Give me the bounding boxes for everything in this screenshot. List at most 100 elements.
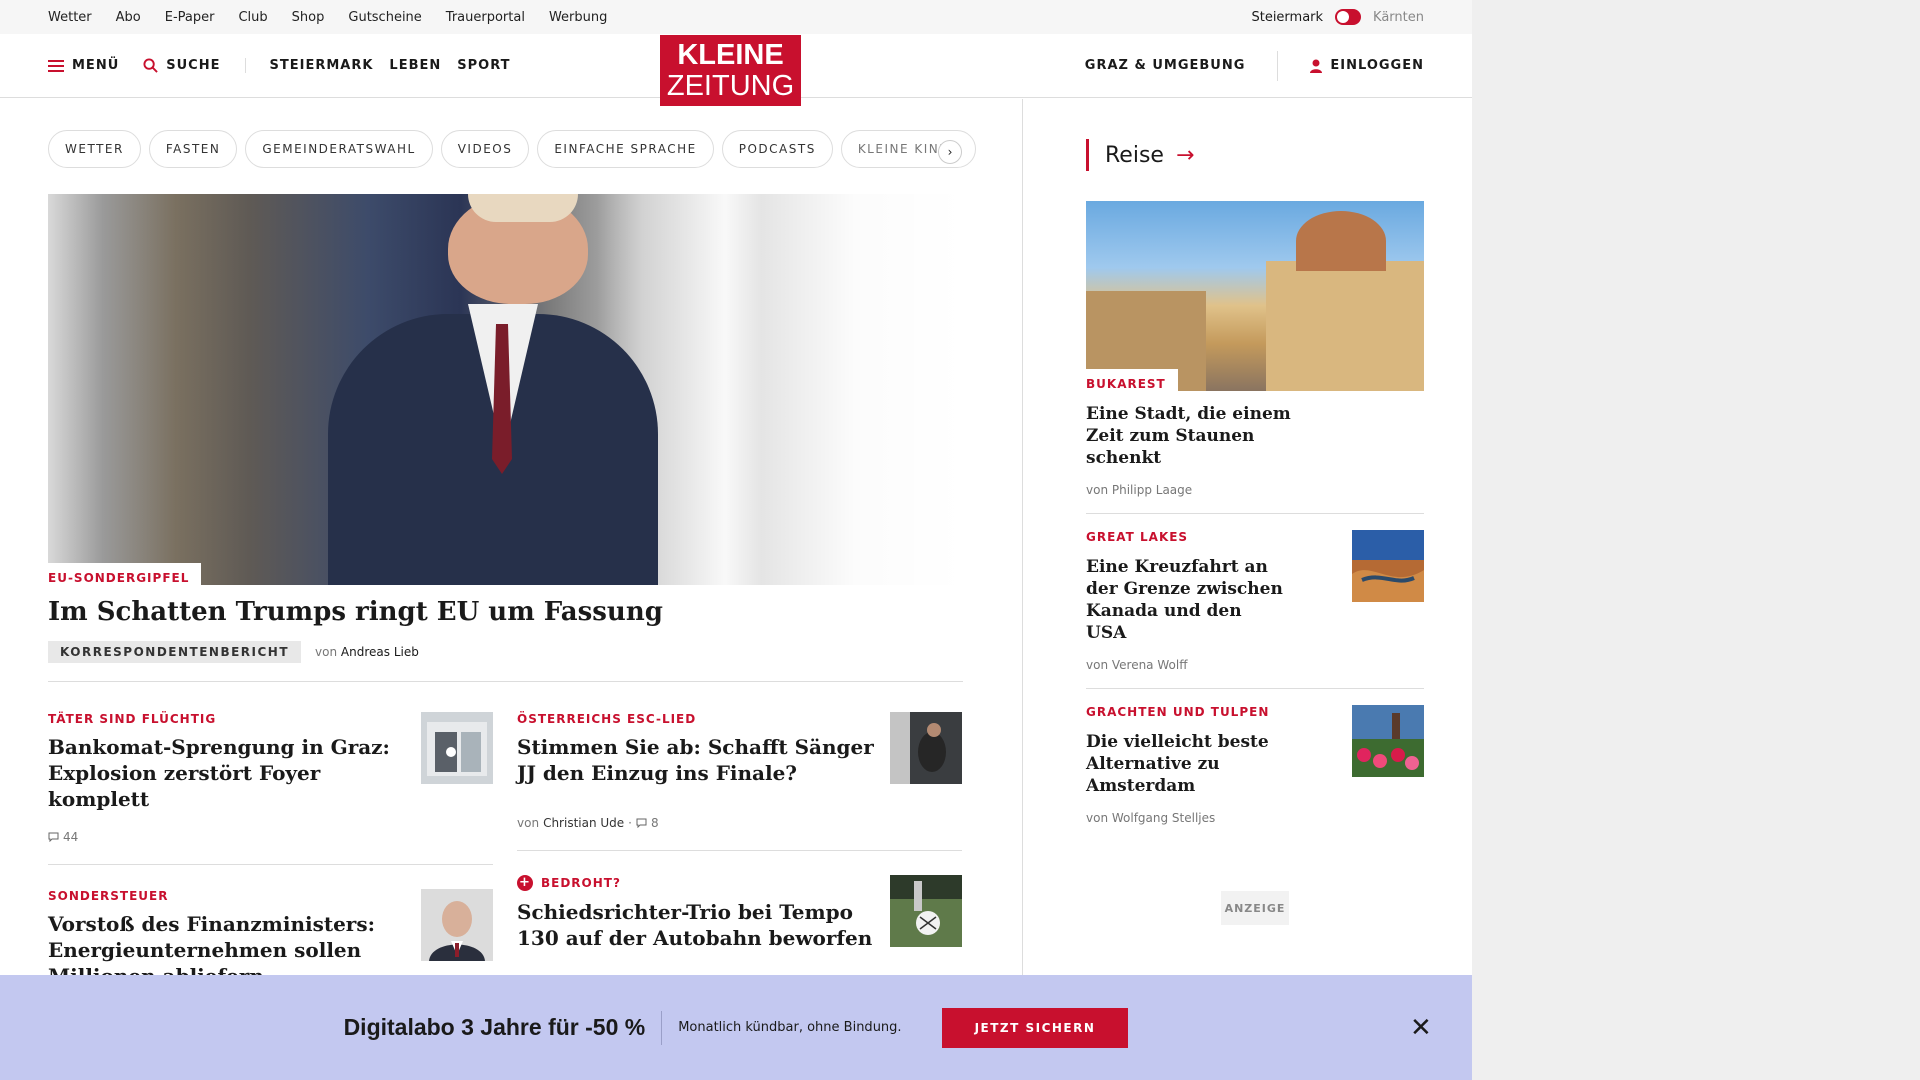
article-kicker: ÖSTERREICHS ESC-LIED bbox=[517, 712, 697, 726]
sidebar-card[interactable]: GREAT LAKES Eine Kreuzfahrt an der Grenz… bbox=[1086, 514, 1424, 689]
hamburger-icon bbox=[48, 59, 64, 72]
sidebar-kicker: GREAT LAKES bbox=[1086, 530, 1189, 544]
close-icon[interactable]: ✕ bbox=[1410, 1015, 1432, 1041]
article-title[interactable]: Schiedsrichter-Trio bei Tempo 130 auf de… bbox=[517, 899, 874, 951]
sidebar-kicker: GRACHTEN UND TULPEN bbox=[1086, 705, 1270, 719]
comment-count[interactable]: 8 bbox=[651, 816, 659, 830]
promo-content: Digitalabo 3 Jahre für -50 % Monatlich k… bbox=[343, 1007, 1129, 1048]
subscription-banner: Digitalabo 3 Jahre für -50 % Monatlich k… bbox=[0, 975, 1472, 1080]
utility-link-werbung[interactable]: Werbung bbox=[549, 10, 607, 25]
promo-separator bbox=[661, 1010, 663, 1045]
menu-button[interactable]: MENÜ bbox=[48, 58, 119, 73]
login-button[interactable]: EINLOGGEN bbox=[1310, 58, 1424, 73]
sidebar-title[interactable]: Die vielleicht beste Alternative zu Amst… bbox=[1086, 731, 1326, 797]
ad-label: ANZEIGE bbox=[1221, 891, 1289, 925]
page: Wetter Abo E-Paper Club Shop Gutscheine … bbox=[0, 0, 1472, 1080]
chip-videos[interactable]: VIDEOS bbox=[440, 130, 530, 168]
chip-fasten[interactable]: FASTEN bbox=[148, 130, 238, 168]
article-card[interactable]: + BEDROHT? Schiedsrichter-Trio bei Tempo… bbox=[517, 875, 962, 971]
chip-gemeinderatswahl[interactable]: GEMEINDERATSWAHL bbox=[245, 130, 433, 168]
article-title[interactable]: Bankomat-Sprengung in Graz: Explosion ze… bbox=[48, 734, 405, 812]
sidebar-heading-label: Reise bbox=[1105, 142, 1164, 168]
chip-einfache-sprache[interactable]: EINFACHE SPRACHE bbox=[537, 130, 714, 168]
hero-headline[interactable]: Im Schatten Trumps ringt EU um Fassung bbox=[48, 597, 963, 627]
sidebar-heading[interactable]: Reise → bbox=[1086, 139, 1424, 171]
utility-link-abo[interactable]: Abo bbox=[116, 10, 141, 25]
nav-steiermark[interactable]: STEIERMARK bbox=[270, 58, 374, 73]
region-toggle[interactable] bbox=[1335, 9, 1362, 25]
utility-links: Wetter Abo E-Paper Club Shop Gutscheine … bbox=[48, 10, 607, 25]
comment-count[interactable]: 44 bbox=[63, 830, 78, 844]
header-separator bbox=[1277, 50, 1279, 81]
article-thumbnail[interactable] bbox=[421, 712, 493, 784]
utility-bar: Wetter Abo E-Paper Club Shop Gutscheine … bbox=[0, 0, 1472, 34]
article-kicker: SONDERSTEUER bbox=[48, 889, 169, 903]
utility-link-trauerportal[interactable]: Trauerportal bbox=[446, 10, 525, 25]
arrow-right-icon: → bbox=[1175, 142, 1195, 168]
utility-link-epaper[interactable]: E-Paper bbox=[165, 10, 215, 25]
nav-leben[interactable]: LEBEN bbox=[389, 58, 441, 73]
sidebar-byline: von Philipp Laage bbox=[1086, 483, 1424, 514]
main-nav: STEIERMARK LEBEN SPORT bbox=[244, 58, 511, 73]
topic-chips: WETTER FASTEN GEMEINDERATSWAHL VIDEOS EI… bbox=[48, 130, 977, 168]
chip-podcasts[interactable]: PODCASTS bbox=[721, 130, 833, 168]
column-divider bbox=[1022, 99, 1023, 999]
sidebar-card[interactable]: GRACHTEN UND TULPEN Die vielleicht beste… bbox=[1086, 689, 1424, 841]
header-right: GRAZ & UMGEBUNG EINLOGGEN bbox=[1085, 50, 1424, 81]
article-kicker-row: + BEDROHT? bbox=[517, 875, 874, 891]
user-icon bbox=[1310, 59, 1323, 73]
image-building-right bbox=[1266, 261, 1424, 391]
utility-link-club[interactable]: Club bbox=[238, 10, 267, 25]
article-meta: von Christian Ude · 8 bbox=[517, 816, 874, 830]
logo-line-2: ZEITUNG bbox=[666, 70, 795, 102]
region-kaernten[interactable]: Kärnten bbox=[1373, 10, 1424, 25]
article-thumbnail[interactable] bbox=[890, 875, 962, 947]
region-switch: Steiermark Kärnten bbox=[1251, 9, 1424, 25]
comment-icon bbox=[48, 832, 59, 842]
chip-wetter[interactable]: WETTER bbox=[48, 130, 141, 168]
article-meta: 44 bbox=[48, 830, 405, 844]
site-logo[interactable]: KLEINE ZEITUNG bbox=[660, 35, 801, 106]
utility-link-wetter[interactable]: Wetter bbox=[48, 10, 92, 25]
hero-kicker: EU-SONDERGIPFEL bbox=[48, 563, 202, 585]
sidebar-byline: von Verena Wolff bbox=[1086, 658, 1188, 672]
utility-link-gutscheine[interactable]: Gutscheine bbox=[348, 10, 421, 25]
article-kicker: BEDROHT? bbox=[541, 876, 621, 890]
login-label: EINLOGGEN bbox=[1330, 58, 1424, 73]
article-title[interactable]: Stimmen Sie ab: Schafft Sänger JJ den Ei… bbox=[517, 734, 874, 786]
region-link[interactable]: GRAZ & UMGEBUNG bbox=[1085, 58, 1246, 73]
hero-badge: KORRESPONDENTENBERICHT bbox=[48, 641, 302, 663]
chevron-right-icon[interactable]: › bbox=[938, 140, 962, 164]
sidebar-thumbnail[interactable] bbox=[1352, 705, 1424, 777]
sidebar-title[interactable]: Eine Stadt, die einem Zeit zum Staunen s… bbox=[1086, 403, 1326, 469]
sidebar-title[interactable]: Eine Kreuzfahrt an der Grenze zwischen K… bbox=[1086, 556, 1286, 644]
main-header: MENÜ SUCHE STEIERMARK LEBEN SPORT KLEINE… bbox=[0, 34, 1472, 106]
sidebar-lead-image[interactable]: BUKAREST bbox=[1086, 201, 1424, 391]
sidebar: Reise → BUKAREST Eine Stadt, die einem Z… bbox=[1086, 99, 1424, 925]
comment-icon bbox=[636, 818, 647, 828]
article-thumbnail[interactable] bbox=[421, 889, 493, 961]
search-icon bbox=[143, 58, 158, 73]
by-prefix: von bbox=[517, 816, 540, 830]
utility-link-shop[interactable]: Shop bbox=[292, 10, 325, 25]
promo-subtext: Monatlich kündbar, ohne Bindung. bbox=[678, 1020, 902, 1035]
hero-author[interactable]: Andreas Lieb bbox=[341, 645, 419, 659]
search-button[interactable]: SUCHE bbox=[143, 58, 220, 73]
hero-by-prefix: von bbox=[315, 645, 338, 659]
promo-headline: Digitalabo 3 Jahre für -50 % bbox=[343, 1014, 646, 1040]
hero-image[interactable]: EU-SONDERGIPFEL bbox=[48, 194, 963, 585]
sidebar-thumbnail[interactable] bbox=[1352, 530, 1424, 602]
promo-cta-button[interactable]: JETZT SICHERN bbox=[941, 1007, 1129, 1048]
menu-label: MENÜ bbox=[72, 58, 120, 73]
article-thumbnail[interactable] bbox=[890, 712, 962, 784]
logo-line-1: KLEINE bbox=[677, 39, 784, 71]
plus-icon: + bbox=[517, 875, 533, 891]
search-label: SUCHE bbox=[166, 58, 221, 73]
article-author[interactable]: Christian Ude bbox=[543, 816, 624, 830]
region-steiermark[interactable]: Steiermark bbox=[1251, 10, 1323, 25]
nav-sport[interactable]: SPORT bbox=[457, 58, 510, 73]
article-card[interactable]: TÄTER SIND FLÜCHTIG Bankomat-Sprengung i… bbox=[48, 712, 493, 865]
hero-meta: KORRESPONDENTENBERICHT von Andreas Lieb bbox=[48, 641, 963, 682]
image-dome bbox=[1296, 211, 1386, 271]
article-card[interactable]: ÖSTERREICHS ESC-LIED Stimmen Sie ab: Sch… bbox=[517, 712, 962, 851]
